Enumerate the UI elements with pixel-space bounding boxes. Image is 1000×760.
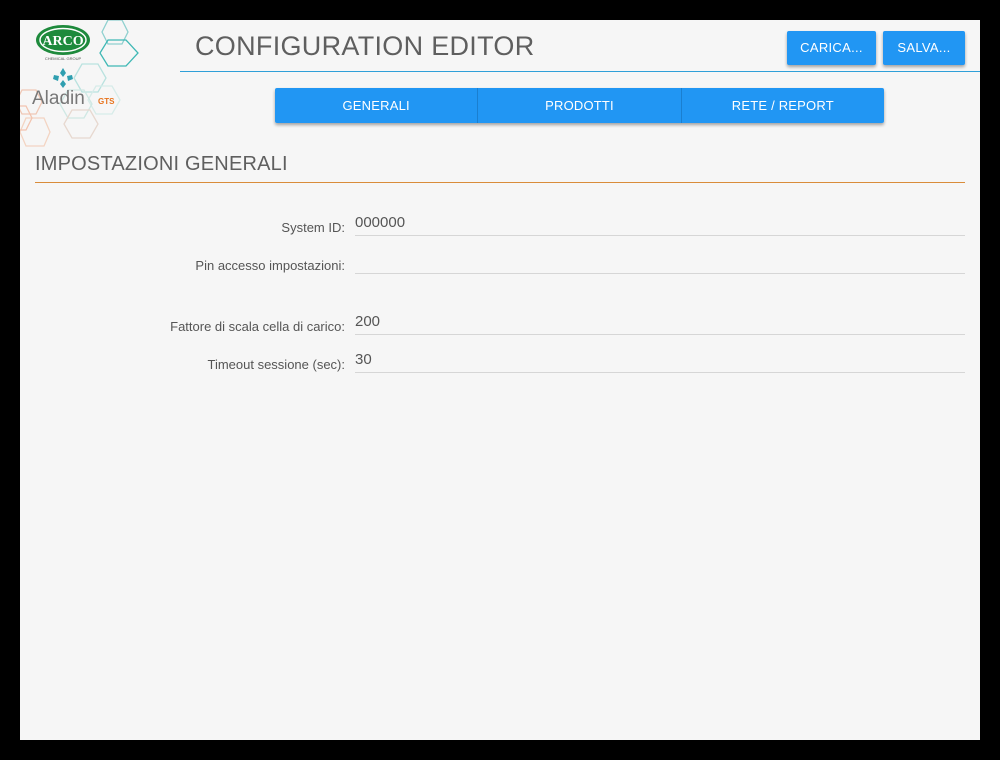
logo: ARCO CHEMICAL GROUP Aladin GTS xyxy=(20,20,180,160)
aladin-wordmark: Aladin xyxy=(32,88,85,109)
page-title: CONFIGURATION EDITOR xyxy=(195,31,535,61)
arco-tagline: CHEMICAL GROUP xyxy=(45,56,82,61)
load-cell-scale-input[interactable] xyxy=(355,309,965,334)
system-id-label: System ID: xyxy=(281,220,345,235)
tab-generali[interactable]: GENERALI xyxy=(275,88,478,123)
settings-pin-label: Pin accesso impostazioni: xyxy=(195,258,345,273)
arco-wordmark: ARCO xyxy=(42,34,83,49)
settings-pin-input[interactable] xyxy=(355,248,965,273)
header-divider xyxy=(180,71,980,72)
tab-rete-report[interactable]: RETE / REPORT xyxy=(680,88,884,123)
system-id-input[interactable] xyxy=(355,210,965,235)
session-timeout-input[interactable] xyxy=(355,347,965,372)
tab-prodotti[interactable]: PRODOTTI xyxy=(477,88,681,123)
settings-pin-field-wrap xyxy=(355,248,965,274)
app-window: ARCO CHEMICAL GROUP Aladin GTS CONFIGURA… xyxy=(20,20,980,740)
form-row-system-id: System ID: xyxy=(35,210,965,240)
form-row-settings-pin: Pin accesso impostazioni: xyxy=(35,248,965,278)
load-cell-scale-field-wrap xyxy=(355,309,965,335)
session-timeout-label: Timeout sessione (sec): xyxy=(207,357,345,372)
load-button[interactable]: CARICA... xyxy=(787,31,876,65)
tab-bar: GENERALI PRODOTTI RETE / REPORT xyxy=(275,88,884,123)
load-cell-scale-label: Fattore di scala cella di carico: xyxy=(170,319,345,334)
form-row-session-timeout: Timeout sessione (sec): xyxy=(35,347,965,377)
form-row-load-cell-scale: Fattore di scala cella di carico: xyxy=(35,309,965,339)
save-button[interactable]: SALVA... xyxy=(883,31,965,65)
section-divider xyxy=(35,182,965,183)
section-title: IMPOSTAZIONI GENERALI xyxy=(35,153,288,175)
gts-wordmark: GTS xyxy=(98,97,115,106)
session-timeout-field-wrap xyxy=(355,347,965,373)
system-id-field-wrap xyxy=(355,210,965,236)
